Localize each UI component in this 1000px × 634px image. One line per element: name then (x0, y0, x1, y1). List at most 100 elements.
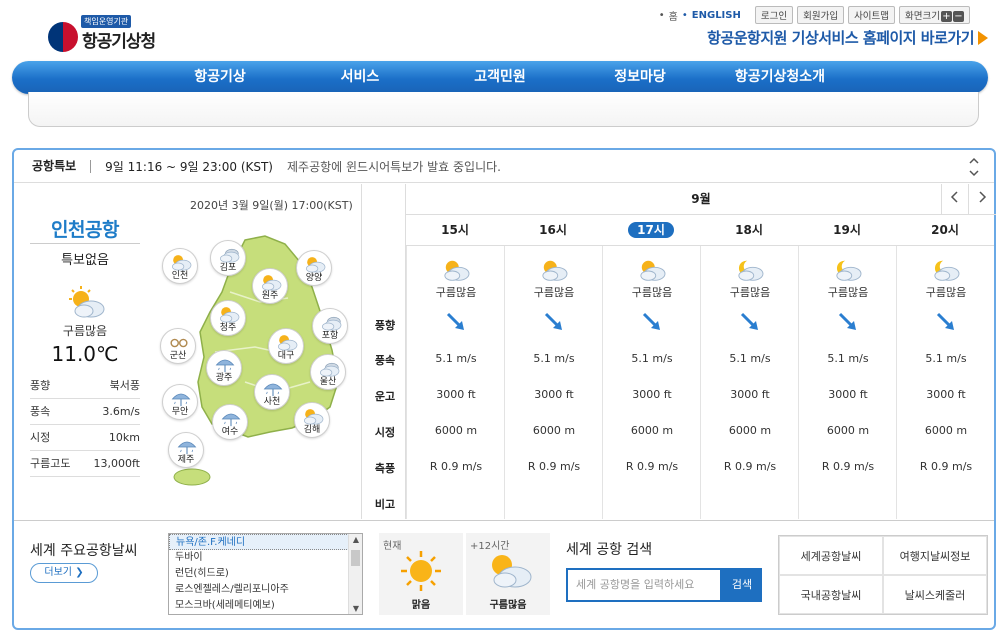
home-link[interactable]: 홈 (669, 8, 678, 23)
english-link[interactable]: ENGLISH (692, 10, 741, 21)
map-city-4[interactable]: 청주 (210, 300, 246, 336)
forecast-hour-tab[interactable]: 17시 (602, 215, 700, 246)
map-city-5[interactable]: 포항 (312, 308, 348, 344)
site-logo[interactable]: 책임운영기관 항공기상청 (48, 14, 178, 54)
sunny-icon (401, 551, 441, 591)
more-button[interactable]: 더보기 ❯ (30, 563, 98, 583)
forecast-column: 구름많음 5.1 m/s 3000 ft 6000 m R 0.9 m/s (602, 246, 700, 519)
forecast-hour-tab[interactable]: 16시 (504, 215, 602, 246)
next-button[interactable] (968, 184, 995, 215)
partly-cloudy-moon-icon (738, 260, 764, 281)
shortcut-label: 항공운항지원 기상서비스 홈페이지 바로가기 (707, 29, 974, 47)
partly-cloudy-sun-icon (66, 285, 106, 321)
forecast-hour-tab[interactable]: 20시 (896, 215, 994, 246)
scrollbar[interactable]: ▲ ▼ (348, 534, 362, 614)
quick-links: 세계공항날씨 여행지날씨정보 국내공항날씨 날씨스케줄러 (778, 535, 988, 615)
zoom-in-button[interactable]: + (941, 11, 952, 22)
more-label: 더보기 (44, 567, 73, 578)
city-label: 김해 (303, 425, 321, 435)
map-city-11[interactable]: 사천 (254, 374, 290, 410)
list-item[interactable]: 로스엔젤레스/렐리포니아주 (169, 582, 349, 598)
partly-cloudy-sun-icon (444, 260, 470, 281)
partly-cloudy-moon-icon (836, 260, 862, 281)
forecast-visibility: 6000 m (532, 424, 576, 437)
chevron-right-icon: ❯ (75, 567, 84, 578)
nav-item-customer[interactable]: 고객민원 (430, 61, 570, 94)
forecast-ceiling: 3000 ft (730, 388, 770, 401)
forecast-hour-tab[interactable]: 18시 (700, 215, 798, 246)
prev-button[interactable] (941, 184, 968, 215)
quicklink-world-weather[interactable]: 세계공항날씨 (779, 536, 883, 575)
row-label-crosswind: 측풍 (374, 462, 396, 475)
alert-message[interactable]: 제주공항에 윈드시어특보가 발효 중입니다. (287, 158, 501, 175)
forecast-column: 구름많음 5.1 m/s 3000 ft 6000 m R 0.9 m/s (700, 246, 798, 519)
forecast-weather: 구름많음 (533, 286, 575, 299)
scroll-up-icon[interactable]: ▲ (349, 535, 362, 544)
map-city-0[interactable]: 인천 (162, 248, 198, 284)
airport-name[interactable]: 인천공항 (30, 215, 140, 242)
forecast-speed: 5.1 m/s (827, 352, 869, 365)
city-label: 무안 (171, 407, 189, 417)
now-weather-text: 맑음 (411, 600, 431, 611)
alert-title: 공항특보 (14, 159, 92, 173)
list-item[interactable]: 뉴욕/존.F.케네디 (169, 534, 349, 550)
map-city-3[interactable]: 원주 (252, 268, 288, 304)
login-button[interactable]: 로그인 (754, 6, 794, 24)
forecast-ceiling: 3000 ft (534, 388, 574, 401)
city-label: 울산 (319, 377, 337, 387)
search-title: 세계 공항 검색 (566, 542, 653, 558)
map-city-2[interactable]: 양양 (296, 250, 332, 286)
divider (30, 243, 140, 244)
list-item[interactable]: 두바이 (169, 550, 349, 566)
wind-arrow-icon (544, 312, 562, 330)
row-value: 13,000ft (93, 457, 140, 470)
map-city-14[interactable]: 제주 (168, 432, 204, 468)
hour-label: 15시 (441, 223, 469, 237)
search-button[interactable]: 검색 (722, 568, 762, 602)
list-item[interactable]: 모스크바(세레메티예보) (169, 598, 349, 614)
quicklink-domestic-weather[interactable]: 국내공항날씨 (779, 575, 883, 614)
city-label: 양양 (305, 273, 323, 283)
zoom-out-button[interactable]: − (953, 11, 964, 22)
map-city-12[interactable]: 여수 (212, 404, 248, 440)
quicklink-weather-scheduler[interactable]: 날씨스케줄러 (883, 575, 987, 614)
sitemap-button[interactable]: 사이트맵 (848, 6, 896, 24)
forecast-hour-tab[interactable]: 15시 (406, 215, 504, 246)
city-label: 대구 (277, 351, 295, 361)
chevron-left-icon (950, 191, 958, 203)
map-city-8[interactable]: 광주 (206, 350, 242, 386)
forecast-crosswind: R 0.9 m/s (527, 460, 581, 473)
alert-bar: 공항특보 9일 11:16 ~ 9일 23:00 (KST) 제주공항에 윈드시… (14, 150, 994, 183)
world-airport-list[interactable]: 뉴욕/존.F.케네디 두바이 런던(히드로) 로스엔젤레스/렐리포니아주 모스크… (168, 533, 363, 615)
map-city-10[interactable]: 무안 (162, 384, 198, 420)
nav-item-info[interactable]: 정보마당 (570, 61, 710, 94)
nav-item-about[interactable]: 항공기상청소개 (710, 61, 850, 94)
map-city-13[interactable]: 김해 (294, 402, 330, 438)
alert-scroll-control[interactable] (968, 156, 980, 181)
join-button[interactable]: 회원가입 (797, 6, 845, 24)
current-datetime: 2020년 3월 9일(월) 17:00(KST) (190, 199, 353, 212)
map-city-1[interactable]: 김포 (210, 240, 246, 276)
forecast-speed: 5.1 m/s (729, 352, 771, 365)
scrollbar-thumb[interactable] (351, 550, 360, 566)
scroll-down-icon[interactable]: ▼ (349, 604, 362, 613)
quicklink-travel-weather[interactable]: 여행지날씨정보 (883, 536, 987, 575)
nav-item-service[interactable]: 서비스 (290, 61, 430, 94)
list-item[interactable]: 런던(히드로) (169, 566, 349, 582)
forecast-hour-tab[interactable]: 19시 (798, 215, 896, 246)
map-city-9[interactable]: 울산 (310, 354, 346, 390)
forecast-weather: 구름많음 (631, 286, 673, 299)
world-weather-title: 세계 주요공항날씨 (30, 543, 138, 559)
city-label: 광주 (215, 373, 233, 383)
shortcut-link[interactable]: 항공운항지원 기상서비스 홈페이지 바로가기 (707, 27, 988, 48)
forecast-visibility: 6000 m (630, 424, 674, 437)
airport-search-input[interactable]: 세계 공항명을 입력하세요 (566, 568, 722, 602)
nav-item-aviation-weather[interactable]: 항공기상 (150, 61, 290, 94)
partly-cloudy-sun-icon (492, 555, 532, 588)
map-city-6[interactable]: 군산 (160, 328, 196, 364)
hour-label: 20시 (931, 223, 959, 237)
forecast-speed: 5.1 m/s (435, 352, 477, 365)
table-row: 풍향 북서풍 (30, 373, 140, 399)
city-label: 군산 (169, 351, 187, 361)
map-city-7[interactable]: 대구 (268, 328, 304, 364)
